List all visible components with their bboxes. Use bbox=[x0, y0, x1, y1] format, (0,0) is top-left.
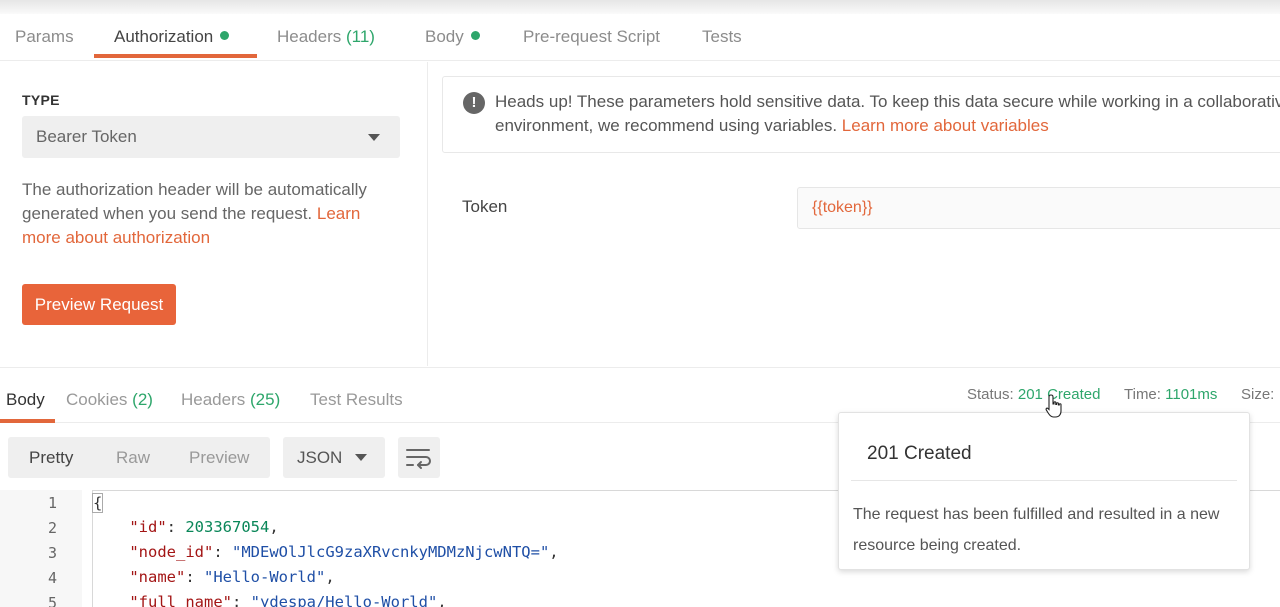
auth-description: The authorization header will be automat… bbox=[22, 178, 402, 250]
json-key: "node_id" bbox=[129, 543, 214, 561]
status-label: Status: bbox=[967, 386, 1014, 403]
tab-cookies-count: (2) bbox=[132, 390, 153, 409]
tooltip-title: 201 Created bbox=[867, 443, 972, 464]
auth-type-dropdown[interactable]: Bearer Token bbox=[22, 116, 400, 158]
code-line: "full_name": "ydespa/Hello-World", bbox=[92, 593, 446, 607]
tab-response-body[interactable]: Body bbox=[6, 390, 45, 410]
line-number: 5 bbox=[47, 594, 57, 607]
format-preview[interactable]: Preview bbox=[189, 448, 249, 468]
tab-cookies[interactable]: Cookies (2) bbox=[66, 390, 153, 410]
format-pretty[interactable]: Pretty bbox=[29, 448, 73, 468]
tab-headers[interactable]: Headers (11) bbox=[277, 27, 375, 47]
top-strip bbox=[0, 0, 1280, 14]
tab-tests[interactable]: Tests bbox=[702, 27, 742, 47]
tab-test-results-label: Test Results bbox=[310, 390, 403, 409]
token-value: {{token}} bbox=[812, 199, 873, 216]
code-line: "id": 203367054, bbox=[129, 518, 279, 536]
tab-response-body-label: Body bbox=[6, 390, 45, 409]
tooltip-description: The request has been fulfilled and resul… bbox=[853, 506, 1220, 554]
code-line: "node_id": "MDEwOlJlcG9zaXRvcnkyMDMzNjcw… bbox=[129, 543, 559, 561]
token-input[interactable]: {{token}} bbox=[797, 187, 1280, 229]
brace-open: { bbox=[92, 493, 104, 513]
json-key: "full_name" bbox=[129, 593, 232, 607]
tab-pre-request-label: Pre-request Script bbox=[523, 27, 660, 46]
response-tab-underline bbox=[0, 419, 55, 423]
active-tab-underline bbox=[94, 54, 257, 58]
tab-headers-count: (11) bbox=[346, 27, 375, 46]
format-raw[interactable]: Raw bbox=[116, 448, 150, 468]
preview-request-button[interactable]: Preview Request bbox=[22, 284, 176, 325]
headsup-banner: ! Heads up! These parameters hold sensit… bbox=[442, 76, 1280, 153]
token-label: Token bbox=[462, 197, 508, 216]
tab-response-headers[interactable]: Headers (25) bbox=[181, 390, 280, 410]
time-value[interactable]: 1101ms bbox=[1165, 386, 1217, 403]
chevron-down-icon bbox=[368, 134, 380, 141]
tab-authorization-label: Authorization bbox=[114, 27, 214, 46]
line-number: 1 bbox=[47, 494, 57, 512]
json-value: "ydespa/Hello-World" bbox=[250, 593, 438, 607]
line-number: 2 bbox=[47, 519, 57, 537]
line-number: 3 bbox=[47, 544, 57, 562]
line-number: 4 bbox=[47, 569, 57, 587]
status-indicator: Status: 201 Created bbox=[967, 386, 1100, 403]
language-value: JSON bbox=[297, 448, 343, 467]
json-value: 203367054 bbox=[185, 518, 270, 536]
body-dot-icon bbox=[470, 31, 480, 40]
hand-cursor-icon bbox=[1045, 394, 1062, 418]
auth-description-text: The authorization header will be automat… bbox=[22, 180, 367, 223]
auth-type-value: Bearer Token bbox=[36, 127, 137, 146]
tab-cookies-label: Cookies bbox=[66, 390, 128, 409]
tab-pre-request-script[interactable]: Pre-request Script bbox=[523, 27, 660, 47]
status-tooltip: 201 Created The request has been fulfill… bbox=[838, 412, 1250, 570]
tab-authorization[interactable]: Authorization bbox=[114, 27, 230, 47]
tab-body-label: Body bbox=[425, 27, 464, 46]
tab-body[interactable]: Body bbox=[425, 27, 480, 47]
wrap-lines-button[interactable] bbox=[398, 437, 440, 478]
tab-params[interactable]: Params bbox=[15, 27, 74, 47]
code-line: { bbox=[92, 493, 104, 513]
tab-headers-label: Headers bbox=[277, 27, 342, 46]
json-value: "Hello-World" bbox=[204, 568, 326, 586]
tab-tests-label: Tests bbox=[702, 27, 742, 46]
size-label: Size: bbox=[1241, 386, 1275, 403]
tab-params-label: Params bbox=[15, 27, 74, 46]
tab-response-headers-label: Headers bbox=[181, 390, 246, 409]
tab-test-results[interactable]: Test Results bbox=[310, 390, 403, 410]
headsup-text: Heads up! These parameters hold sensitiv… bbox=[495, 90, 1280, 138]
json-value: "MDEwOlJlcG9zaXRvcnkyMDMzNjcwNTQ=" bbox=[232, 543, 550, 561]
code-line: "name": "Hello-World", bbox=[129, 568, 335, 586]
language-dropdown[interactable]: JSON bbox=[283, 437, 385, 478]
learn-more-variables-link[interactable]: Learn more about variables bbox=[842, 116, 1049, 135]
json-key: "id" bbox=[129, 518, 167, 536]
size-indicator: Size: bbox=[1241, 386, 1274, 403]
json-key: "name" bbox=[129, 568, 186, 586]
time-label: Time: bbox=[1124, 386, 1161, 403]
auth-type-panel: TYPE Bearer Token The authorization head… bbox=[0, 62, 428, 366]
active-dot-icon bbox=[220, 31, 230, 40]
format-toggle-group: Pretty Raw Preview bbox=[8, 437, 270, 478]
tab-response-headers-count: (25) bbox=[250, 390, 281, 409]
wrap-lines-icon bbox=[406, 449, 431, 469]
tooltip-divider bbox=[851, 480, 1237, 481]
time-indicator: Time: 1101ms bbox=[1124, 386, 1217, 403]
info-icon: ! bbox=[463, 92, 485, 114]
chevron-down-icon bbox=[355, 454, 367, 461]
type-label: TYPE bbox=[22, 92, 60, 108]
